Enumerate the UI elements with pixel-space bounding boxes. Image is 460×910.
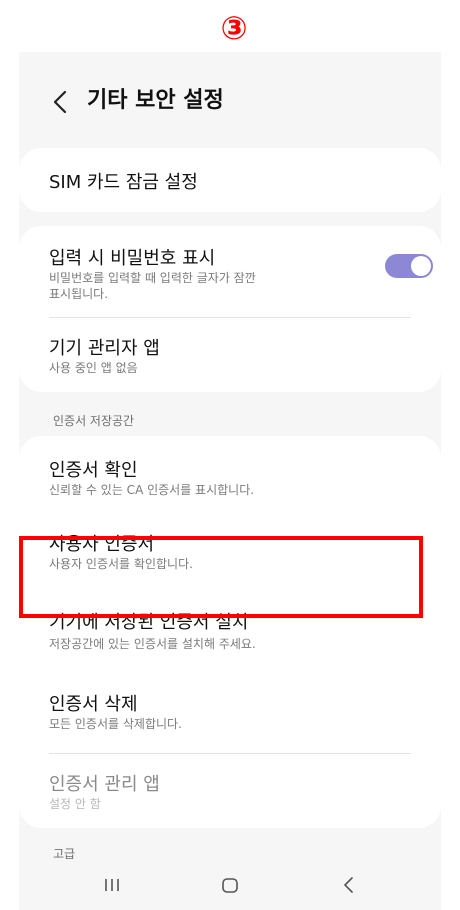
device-admin-item[interactable]: 기기 관리자 앱 사용 중인 앱 없음 (35, 318, 425, 390)
delete-certs-item[interactable]: 인증서 삭제 모든 인증서를 삭제합니다. (35, 670, 425, 750)
section-label-cert-storage: 인증서 저장공간 (53, 414, 135, 428)
view-certs-item[interactable]: 인증서 확인 신뢰할 수 있는 CA 인증서를 표시합니다. (35, 436, 425, 512)
chevron-left-icon[interactable] (51, 90, 71, 114)
home-icon[interactable] (210, 870, 250, 900)
settings-screen: 기타 보안 설정 SIM 카드 잠금 설정 입력 시 비밀번호 표시 비밀번호를… (19, 52, 441, 910)
sim-lock-title: SIM 카드 잠금 설정 (49, 172, 198, 193)
header: 기타 보안 설정 (19, 52, 441, 147)
step-marker: ③ (220, 9, 248, 47)
show-password-subtitle-line1: 비밀번호를 입력할 때 입력한 글자가 잠깐 (49, 271, 256, 285)
show-password-subtitle-line2: 표시됩니다. (49, 287, 109, 301)
back-nav-icon[interactable] (329, 870, 369, 900)
install-from-device-subtitle: 저장공간에 있는 인증서를 설치해 주세요. (49, 637, 256, 651)
cert-manager-app-title: 인증서 관리 앱 (49, 774, 160, 795)
sim-lock-card: SIM 카드 잠금 설정 (19, 148, 441, 212)
recents-icon[interactable] (92, 870, 132, 900)
page-title: 기타 보안 설정 (87, 88, 224, 113)
cert-manager-app-item[interactable]: 인증서 관리 앱 설정 안 함 (35, 754, 425, 828)
sim-lock-item[interactable]: SIM 카드 잠금 설정 (35, 148, 425, 212)
show-password-item[interactable]: 입력 시 비밀번호 표시 비밀번호를 입력할 때 입력한 글자가 잠깐 표시됩니… (35, 226, 425, 312)
delete-certs-subtitle: 모든 인증서를 삭제합니다. (49, 717, 182, 731)
device-admin-title: 기기 관리자 앱 (49, 338, 160, 359)
view-certs-subtitle: 신뢰할 수 있는 CA 인증서를 표시합니다. (49, 483, 255, 497)
view-certs-title: 인증서 확인 (49, 460, 138, 481)
toggle-knob (411, 256, 431, 276)
device-admin-subtitle: 사용 중인 앱 없음 (49, 361, 138, 375)
show-password-toggle[interactable] (385, 254, 433, 278)
delete-certs-title: 인증서 삭제 (49, 694, 138, 715)
cert-manager-app-subtitle: 설정 안 함 (49, 797, 101, 811)
navigation-bar (19, 860, 441, 910)
highlight-box (19, 536, 423, 618)
show-password-title: 입력 시 비밀번호 표시 (49, 248, 216, 269)
